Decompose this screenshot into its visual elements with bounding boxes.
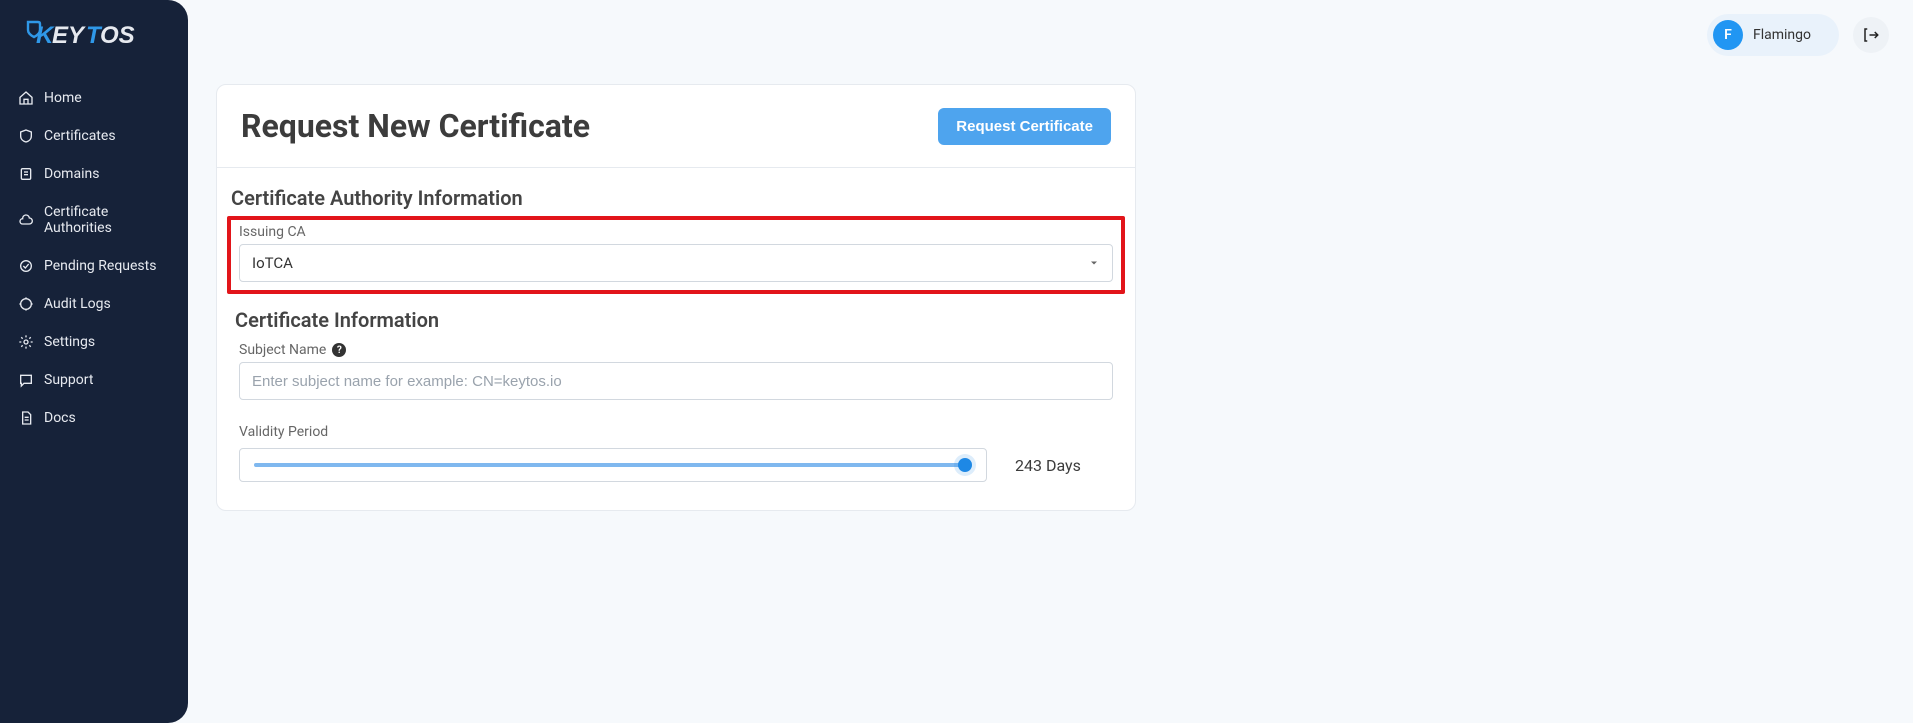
keytos-logo: K EY T OS: [22, 18, 162, 52]
sidebar-item-support[interactable]: Support: [4, 362, 184, 398]
cloud-icon: [18, 212, 34, 228]
logout-icon: [1862, 26, 1880, 44]
validity-slider-container: [239, 448, 987, 482]
validity-row: 243 Days: [239, 448, 1113, 482]
help-icon[interactable]: ?: [332, 343, 346, 357]
sidebar-item-label: Pending Requests: [44, 258, 156, 274]
target-icon: [18, 296, 34, 312]
gear-icon: [18, 334, 34, 350]
check-circle-icon: [18, 258, 34, 274]
sidebar-item-label: Certificate Authorities: [44, 204, 170, 236]
issuing-ca-label: Issuing CA: [239, 224, 1113, 240]
avatar: F: [1713, 20, 1743, 50]
content: Request New Certificate Request Certific…: [188, 70, 1913, 525]
sidebar-item-label: Domains: [44, 166, 99, 182]
validity-slider-thumb[interactable]: [958, 458, 972, 472]
request-certificate-card: Request New Certificate Request Certific…: [216, 84, 1136, 511]
subject-name-label-text: Subject Name: [239, 342, 326, 358]
sidebar-item-label: Settings: [44, 334, 95, 350]
avatar-initial: F: [1724, 27, 1732, 43]
section-title-cert-info: Certificate Information: [231, 308, 1121, 332]
sidebar-item-label: Audit Logs: [44, 296, 111, 312]
subject-name-label: Subject Name ?: [239, 342, 1113, 358]
user-name-label: Flamingo: [1753, 27, 1811, 43]
subject-name-input[interactable]: [239, 362, 1113, 400]
sidebar-nav: Home Certificates Domains Certificate Au…: [0, 74, 188, 442]
domains-icon: [18, 166, 34, 182]
sidebar-item-pending-requests[interactable]: Pending Requests: [4, 248, 184, 284]
user-menu[interactable]: F Flamingo: [1707, 14, 1839, 56]
validity-slider[interactable]: [254, 463, 972, 467]
section-title-ca-info: Certificate Authority Information: [227, 186, 1125, 210]
chat-icon: [18, 372, 34, 388]
request-certificate-button[interactable]: Request Certificate: [938, 108, 1111, 145]
sidebar-item-audit-logs[interactable]: Audit Logs: [4, 286, 184, 322]
issuing-ca-select[interactable]: IoTCA: [239, 244, 1113, 282]
card-header: Request New Certificate Request Certific…: [217, 85, 1135, 168]
sidebar-item-label: Certificates: [44, 128, 116, 144]
main: F Flamingo Request New Certificate Reque…: [188, 0, 1913, 723]
topbar: F Flamingo: [188, 0, 1913, 70]
sidebar-item-certificate-authorities[interactable]: Certificate Authorities: [4, 194, 184, 246]
shield-icon: [18, 128, 34, 144]
home-icon: [18, 90, 34, 106]
issuing-ca-highlight: Issuing CA IoTCA: [227, 216, 1125, 294]
svg-text:EY: EY: [52, 22, 86, 49]
svg-text:OS: OS: [100, 22, 135, 49]
validity-value-text: 243 Days: [1015, 456, 1105, 475]
chevron-down-icon: [1088, 257, 1100, 269]
sidebar-item-home[interactable]: Home: [4, 80, 184, 116]
logout-button[interactable]: [1853, 17, 1889, 53]
issuing-ca-value: IoTCA: [252, 254, 293, 272]
sidebar-item-label: Docs: [44, 410, 76, 426]
sidebar: K EY T OS Home Certificates Domains Cert…: [0, 0, 188, 723]
card-body: Certificate Authority Information Issuin…: [217, 168, 1135, 510]
sidebar-item-certificates[interactable]: Certificates: [4, 118, 184, 154]
sidebar-item-settings[interactable]: Settings: [4, 324, 184, 360]
docs-icon: [18, 410, 34, 426]
page-title: Request New Certificate: [241, 107, 590, 145]
validity-period-label: Validity Period: [239, 424, 1113, 440]
brand-logo: K EY T OS: [0, 18, 188, 74]
sidebar-item-label: Support: [44, 372, 93, 388]
validity-slider-fill: [254, 463, 965, 467]
sidebar-item-docs[interactable]: Docs: [4, 400, 184, 436]
sidebar-item-domains[interactable]: Domains: [4, 156, 184, 192]
sidebar-item-label: Home: [44, 90, 82, 106]
